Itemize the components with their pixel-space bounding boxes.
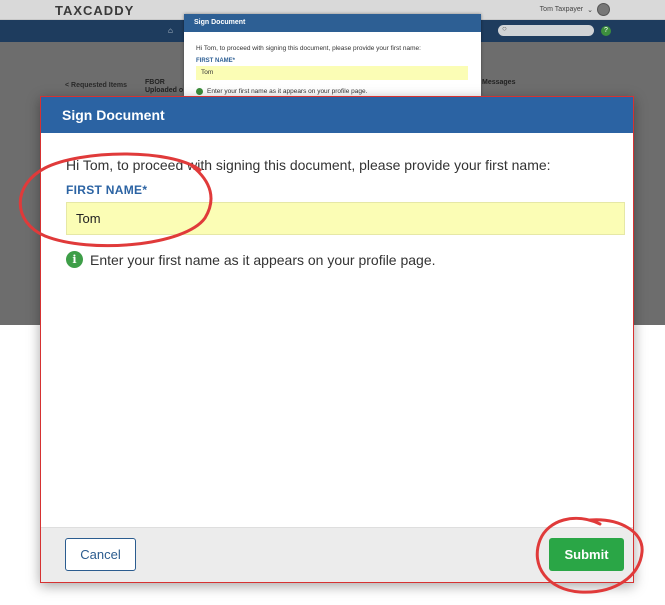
first-name-hint: i Enter your first name as it appears on… [66,251,436,268]
info-icon [196,88,203,95]
chevron-down-icon: ⌄ [587,6,593,14]
hint-text: Enter your first name as it appears on y… [90,251,436,268]
dialog-title: Sign Document [41,97,633,133]
messages-tab[interactable]: Messages [482,79,515,86]
cancel-button[interactable]: Cancel [65,538,136,571]
help-icon[interactable]: ? [601,26,611,36]
sign-document-dialog: Sign Document Hi Tom, to proceed with si… [40,96,634,583]
document-title: FBOR [145,79,165,86]
preview-greeting: Hi Tom, to proceed with signing this doc… [196,45,421,52]
search-icon: ○ [502,24,507,33]
dialog-greeting: Hi Tom, to proceed with signing this doc… [66,157,551,173]
requested-items-link[interactable]: < Requested Items [65,82,127,89]
dialog-footer: Cancel Submit [41,527,633,582]
home-icon[interactable]: ⌂ [168,26,173,35]
submit-button[interactable]: Submit [549,538,624,571]
preview-header: Sign Document [184,14,481,32]
preview-hint-text: Enter your first name as it appears on y… [207,88,368,95]
preview-hint: Enter your first name as it appears on y… [196,88,367,95]
preview-field-label: FIRST NAME* [196,58,235,64]
sign-document-preview: Sign Document Hi Tom, to proceed with si… [184,14,481,96]
info-icon: i [66,251,83,268]
avatar[interactable] [597,3,610,16]
taxcaddy-logo: TAXCADDY [55,3,135,18]
document-subtitle: Uploaded o [145,87,184,94]
user-name: Tom Taxpayer [539,6,584,13]
user-menu[interactable]: Tom Taxpayer ⌄ [540,3,610,16]
preview-first-name-field: Tom [196,66,468,80]
search-input[interactable]: ○ [498,24,594,36]
first-name-label: FIRST NAME* [66,183,148,197]
first-name-field[interactable] [66,202,625,235]
